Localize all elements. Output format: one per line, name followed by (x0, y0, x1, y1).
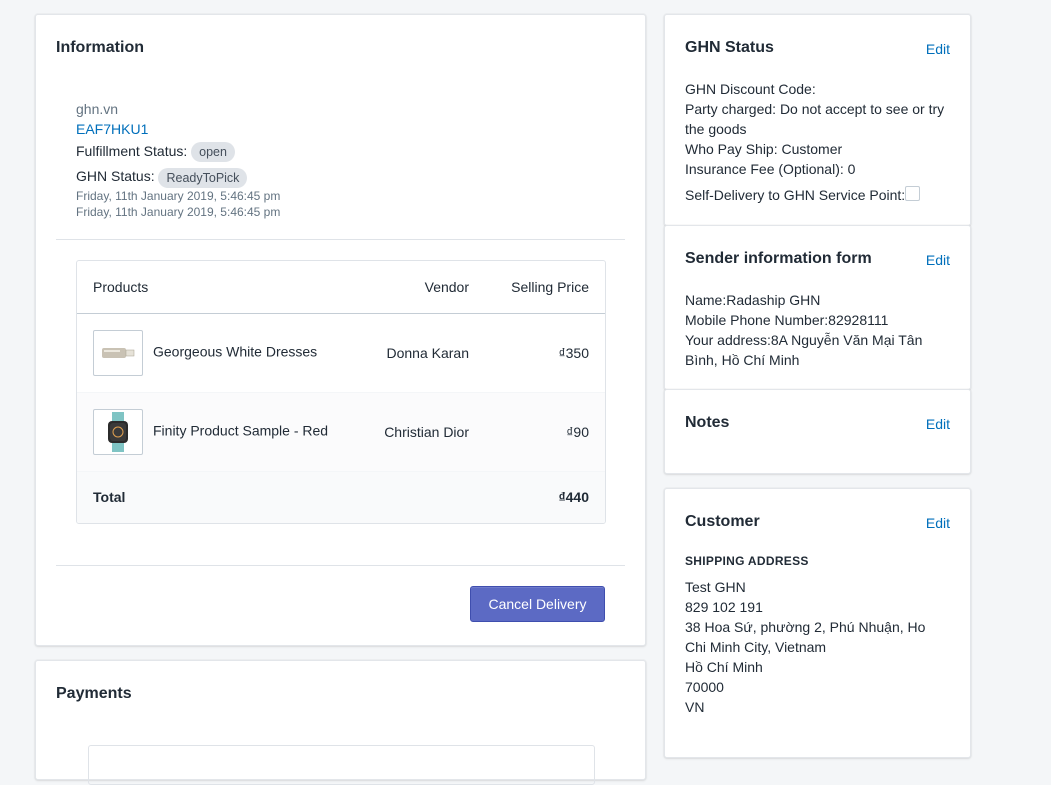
customer-title: Customer (685, 513, 760, 530)
vendor-header: Vendor (355, 261, 485, 314)
payments-title: Payments (56, 685, 132, 702)
who-pay-ship: Who Pay Ship: Customer (685, 141, 843, 157)
address-line: Hồ Chí Minh (685, 659, 763, 675)
edit-sender-link[interactable]: Edit (926, 252, 950, 268)
table-row: Finity Product Sample - Red Christian Di… (77, 392, 605, 472)
fulfillment-status-label: Fulfillment Status: (76, 143, 188, 159)
payments-table (88, 745, 595, 785)
ghn-status-title: GHN Status (685, 39, 774, 56)
notes-card: Notes Edit (664, 389, 971, 474)
product-cell: Finity Product Sample - Red (77, 392, 355, 472)
sender-card: Sender information form Edit Name:Radash… (664, 225, 971, 390)
vendor-cell: Christian Dior (355, 392, 485, 472)
smartwatch-icon[interactable] (93, 408, 143, 455)
address-line: Test GHN (685, 579, 746, 595)
updated-date: Friday, 11th January 2019, 5:46:45 pm (76, 204, 281, 219)
ghn-status-card: GHN Status Edit GHN Discount Code: Party… (664, 14, 971, 226)
fulfillment-status-row: Fulfillment Status: open (76, 141, 280, 163)
tracking-code-link[interactable]: EAF7HKU1 (76, 119, 280, 139)
product-name[interactable]: Georgeous White Dresses (153, 343, 317, 359)
address-line: 70000 (685, 679, 724, 695)
divider (56, 565, 625, 566)
product-name[interactable]: Finity Product Sample - Red (153, 422, 328, 438)
shipping-address: Test GHN 829 102 191 38 Hoa Sứ, phường 2… (685, 577, 945, 717)
price-cell: ₫90 (485, 392, 605, 472)
products-table: Products Vendor Selling Price Georgeous … (76, 260, 606, 524)
table-header-row: Products Vendor Selling Price (77, 261, 605, 314)
customer-card: Customer Edit SHIPPING ADDRESS Test GHN … (664, 488, 971, 758)
sender-address: Your address:8A Nguyễn Văn Mại Tân Bình,… (685, 332, 923, 368)
sender-title: Sender information form (685, 250, 872, 267)
usb-drive-icon[interactable] (93, 329, 143, 376)
shipment-summary: ghn.vn EAF7HKU1 Fulfillment Status: open… (76, 99, 280, 220)
edit-ghn-status-link[interactable]: Edit (926, 41, 950, 57)
shipping-address-heading: SHIPPING ADDRESS (685, 554, 809, 568)
total-label: Total (77, 471, 355, 523)
price-header: Selling Price (485, 261, 605, 314)
ghn-status-label: GHN Status: (76, 168, 155, 185)
ghn-status-badge: ReadyToPick (158, 167, 248, 188)
address-line: 38 Hoa Sứ, phường 2, Phú Nhuận, Ho Chi M… (685, 619, 926, 655)
ghn-status-row: GHN Status: ReadyToPick (76, 166, 280, 188)
notes-title: Notes (685, 414, 730, 431)
payments-card: Payments (35, 660, 646, 785)
self-delivery-checkbox[interactable] (905, 186, 921, 201)
price-cell: ₫350 (485, 313, 605, 393)
vendor-cell: Donna Karan (355, 313, 485, 393)
ghn-discount-code: GHN Discount Code: (685, 81, 816, 97)
self-delivery-label: Self-Delivery to GHN Service Point: (685, 187, 906, 203)
sender-phone: Mobile Phone Number:82928111 (685, 312, 889, 328)
product-cell: Georgeous White Dresses (77, 313, 355, 393)
created-date: Friday, 11th January 2019, 5:46:45 pm (76, 188, 281, 203)
total-row: Total ₫440 (77, 471, 605, 523)
products-header: Products (77, 261, 355, 314)
address-line: VN (685, 699, 705, 715)
table-row: Georgeous White Dresses Donna Karan ₫350 (77, 313, 605, 393)
information-card: Information ghn.vn EAF7HKU1 Fulfillment … (35, 14, 646, 646)
edit-notes-link[interactable]: Edit (926, 416, 950, 432)
carrier-site: ghn.vn (76, 101, 119, 117)
party-charged: Party charged: Do not accept to see or t… (685, 101, 945, 137)
total-value: ₫440 (485, 471, 605, 523)
address-line: 829 102 191 (685, 599, 763, 615)
information-title: Information (56, 39, 144, 56)
edit-customer-link[interactable]: Edit (926, 515, 950, 531)
fulfillment-status-badge: open (191, 142, 235, 163)
sender-name: Name:Radaship GHN (685, 292, 821, 308)
divider (56, 239, 625, 240)
self-delivery-row: Self-Delivery to GHN Service Point: (685, 185, 955, 205)
insurance-fee: Insurance Fee (Optional): 0 (685, 161, 856, 177)
cancel-delivery-button[interactable]: Cancel Delivery (470, 586, 605, 622)
